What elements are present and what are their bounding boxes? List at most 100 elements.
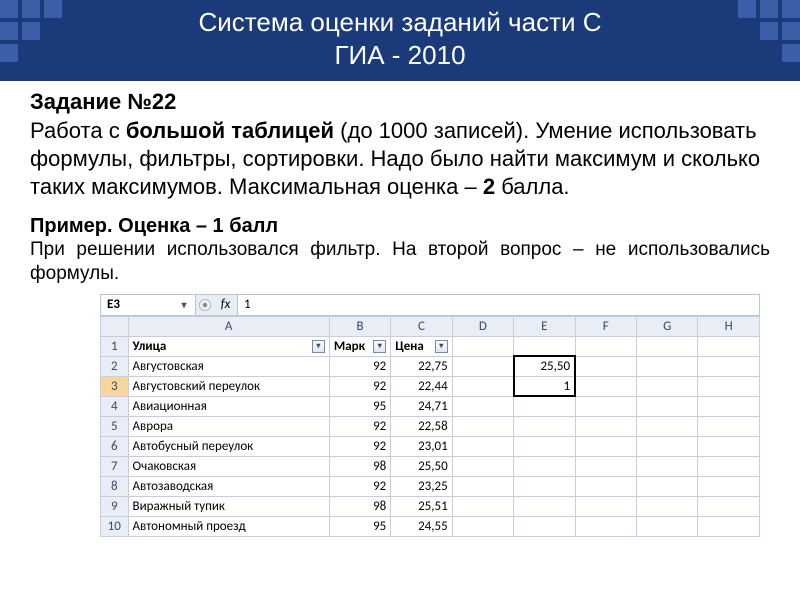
cell[interactable] — [637, 336, 698, 356]
cell[interactable] — [575, 356, 636, 376]
cell[interactable]: 24,55 — [391, 516, 452, 536]
cell[interactable] — [575, 496, 636, 516]
cell[interactable] — [452, 436, 513, 456]
cell[interactable]: 92 — [329, 476, 390, 496]
cell[interactable]: Августовский переулок — [128, 376, 329, 396]
cell[interactable]: Очаковская — [128, 456, 329, 476]
cell[interactable] — [514, 436, 575, 456]
cell[interactable]: 92 — [329, 416, 390, 436]
cell[interactable] — [514, 476, 575, 496]
fx-button[interactable]: fx — [214, 295, 238, 315]
cell[interactable]: Автономный проезд — [128, 516, 329, 536]
cell[interactable] — [698, 396, 760, 416]
cell[interactable] — [698, 336, 760, 356]
cell[interactable]: Авиационная — [128, 396, 329, 416]
row-header[interactable]: 3 — [101, 376, 129, 396]
cell[interactable] — [452, 336, 513, 356]
cell[interactable]: 22,75 — [391, 356, 452, 376]
cell[interactable] — [698, 496, 760, 516]
col-header-e[interactable]: E — [514, 316, 575, 336]
cell[interactable] — [575, 416, 636, 436]
cell[interactable] — [698, 356, 760, 376]
cell[interactable] — [637, 356, 698, 376]
row-header[interactable]: 1 — [101, 336, 129, 356]
cell[interactable]: 25,50 — [514, 356, 575, 376]
cell[interactable] — [637, 376, 698, 396]
cell[interactable]: Марк▾ — [329, 336, 390, 356]
cell[interactable] — [452, 396, 513, 416]
cell[interactable] — [575, 516, 636, 536]
row-header[interactable]: 10 — [101, 516, 129, 536]
col-header-c[interactable]: C — [391, 316, 452, 336]
cell[interactable]: 98 — [329, 496, 390, 516]
row-header[interactable]: 2 — [101, 356, 129, 376]
cell[interactable] — [698, 436, 760, 456]
cell[interactable]: 25,51 — [391, 496, 452, 516]
cell[interactable] — [637, 456, 698, 476]
cell[interactable] — [698, 476, 760, 496]
cell[interactable] — [637, 516, 698, 536]
cell[interactable]: Автобусный переулок — [128, 436, 329, 456]
cell[interactable]: 25,50 — [391, 456, 452, 476]
cell[interactable]: Автозаводская — [128, 476, 329, 496]
cell[interactable]: 23,01 — [391, 436, 452, 456]
cell[interactable] — [637, 436, 698, 456]
col-header-f[interactable]: F — [575, 316, 636, 336]
formula-input[interactable]: 1 — [238, 295, 759, 315]
cell[interactable]: 95 — [329, 396, 390, 416]
cell[interactable] — [514, 416, 575, 436]
cell[interactable]: 98 — [329, 456, 390, 476]
cell[interactable] — [514, 456, 575, 476]
row-header[interactable]: 6 — [101, 436, 129, 456]
cell[interactable] — [514, 396, 575, 416]
cell[interactable] — [637, 416, 698, 436]
cell[interactable] — [698, 376, 760, 396]
cell[interactable] — [575, 396, 636, 416]
cell[interactable] — [452, 476, 513, 496]
cell[interactable]: 22,58 — [391, 416, 452, 436]
cell[interactable]: Цена▾ — [391, 336, 452, 356]
filter-button[interactable]: ▾ — [435, 340, 448, 353]
cell[interactable]: 22,44 — [391, 376, 452, 396]
row-header[interactable]: 9 — [101, 496, 129, 516]
col-header-h[interactable]: H — [698, 316, 760, 336]
cell[interactable] — [452, 376, 513, 396]
cell[interactable] — [575, 456, 636, 476]
row-header[interactable]: 5 — [101, 416, 129, 436]
filter-button[interactable]: ▾ — [373, 340, 386, 353]
cell[interactable]: Августовская — [128, 356, 329, 376]
cell[interactable]: 92 — [329, 436, 390, 456]
cell[interactable] — [637, 496, 698, 516]
filter-button[interactable]: ▾ — [312, 340, 325, 353]
col-header-g[interactable]: G — [637, 316, 698, 336]
cell[interactable] — [698, 416, 760, 436]
row-header[interactable]: 7 — [101, 456, 129, 476]
cell[interactable] — [452, 416, 513, 436]
cell[interactable]: 92 — [329, 356, 390, 376]
row-header[interactable]: 8 — [101, 476, 129, 496]
cell[interactable] — [514, 496, 575, 516]
name-box[interactable]: E3 ▾ — [101, 295, 196, 315]
formula-expand-icon[interactable]: ⦿ — [196, 295, 214, 315]
cell[interactable] — [514, 516, 575, 536]
cell[interactable]: 24,71 — [391, 396, 452, 416]
cell[interactable]: 1 — [514, 376, 575, 396]
cell[interactable] — [637, 396, 698, 416]
cell[interactable] — [698, 456, 760, 476]
cell[interactable]: Улица▾ — [128, 336, 329, 356]
cell[interactable] — [452, 496, 513, 516]
cell[interactable] — [514, 336, 575, 356]
cell[interactable] — [452, 456, 513, 476]
cell[interactable] — [637, 476, 698, 496]
row-header[interactable]: 4 — [101, 396, 129, 416]
cell[interactable] — [575, 476, 636, 496]
col-header-b[interactable]: B — [329, 316, 390, 336]
cell[interactable]: 92 — [329, 376, 390, 396]
cell[interactable] — [452, 356, 513, 376]
cell[interactable] — [575, 336, 636, 356]
cell[interactable]: 23,25 — [391, 476, 452, 496]
col-header-d[interactable]: D — [452, 316, 513, 336]
cell[interactable] — [575, 376, 636, 396]
cell[interactable]: 95 — [329, 516, 390, 536]
select-all-corner[interactable] — [101, 316, 129, 336]
